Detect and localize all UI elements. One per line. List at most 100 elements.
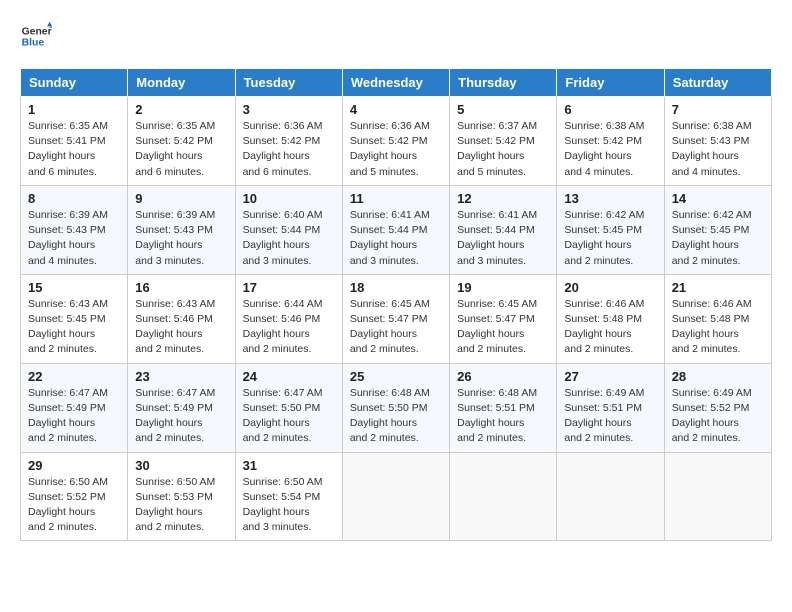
day-info: Sunrise: 6:47 AM Sunset: 5:50 PM Dayligh…	[243, 386, 335, 447]
day-header-saturday: Saturday	[664, 69, 771, 97]
day-number: 22	[28, 369, 120, 384]
svg-text:General: General	[22, 26, 52, 37]
calendar-cell: 16 Sunrise: 6:43 AM Sunset: 5:46 PM Dayl…	[128, 274, 235, 363]
day-info: Sunrise: 6:47 AM Sunset: 5:49 PM Dayligh…	[135, 386, 227, 447]
day-info: Sunrise: 6:37 AM Sunset: 5:42 PM Dayligh…	[457, 119, 549, 180]
day-info: Sunrise: 6:50 AM Sunset: 5:54 PM Dayligh…	[243, 475, 335, 536]
calendar-cell: 6 Sunrise: 6:38 AM Sunset: 5:42 PM Dayli…	[557, 97, 664, 186]
day-info: Sunrise: 6:39 AM Sunset: 5:43 PM Dayligh…	[28, 208, 120, 269]
calendar-cell	[450, 452, 557, 541]
calendar-table: SundayMondayTuesdayWednesdayThursdayFrid…	[20, 68, 772, 541]
day-info: Sunrise: 6:48 AM Sunset: 5:50 PM Dayligh…	[350, 386, 442, 447]
calendar-cell: 10 Sunrise: 6:40 AM Sunset: 5:44 PM Dayl…	[235, 185, 342, 274]
calendar-cell: 7 Sunrise: 6:38 AM Sunset: 5:43 PM Dayli…	[664, 97, 771, 186]
calendar-cell: 14 Sunrise: 6:42 AM Sunset: 5:45 PM Dayl…	[664, 185, 771, 274]
day-info: Sunrise: 6:46 AM Sunset: 5:48 PM Dayligh…	[672, 297, 764, 358]
day-number: 18	[350, 280, 442, 295]
day-header-friday: Friday	[557, 69, 664, 97]
calendar-cell: 19 Sunrise: 6:45 AM Sunset: 5:47 PM Dayl…	[450, 274, 557, 363]
day-number: 8	[28, 191, 120, 206]
calendar-cell: 30 Sunrise: 6:50 AM Sunset: 5:53 PM Dayl…	[128, 452, 235, 541]
calendar-cell: 2 Sunrise: 6:35 AM Sunset: 5:42 PM Dayli…	[128, 97, 235, 186]
calendar-body: 1 Sunrise: 6:35 AM Sunset: 5:41 PM Dayli…	[21, 97, 772, 541]
day-number: 19	[457, 280, 549, 295]
calendar-cell: 4 Sunrise: 6:36 AM Sunset: 5:42 PM Dayli…	[342, 97, 449, 186]
day-number: 29	[28, 458, 120, 473]
calendar-cell: 5 Sunrise: 6:37 AM Sunset: 5:42 PM Dayli…	[450, 97, 557, 186]
day-info: Sunrise: 6:36 AM Sunset: 5:42 PM Dayligh…	[243, 119, 335, 180]
day-header-tuesday: Tuesday	[235, 69, 342, 97]
day-number: 31	[243, 458, 335, 473]
day-number: 5	[457, 102, 549, 117]
calendar-cell: 22 Sunrise: 6:47 AM Sunset: 5:49 PM Dayl…	[21, 363, 128, 452]
calendar-cell: 1 Sunrise: 6:35 AM Sunset: 5:41 PM Dayli…	[21, 97, 128, 186]
day-number: 9	[135, 191, 227, 206]
calendar-header-row: SundayMondayTuesdayWednesdayThursdayFrid…	[21, 69, 772, 97]
day-number: 24	[243, 369, 335, 384]
calendar-cell: 11 Sunrise: 6:41 AM Sunset: 5:44 PM Dayl…	[342, 185, 449, 274]
day-info: Sunrise: 6:36 AM Sunset: 5:42 PM Dayligh…	[350, 119, 442, 180]
day-info: Sunrise: 6:46 AM Sunset: 5:48 PM Dayligh…	[564, 297, 656, 358]
day-info: Sunrise: 6:50 AM Sunset: 5:53 PM Dayligh…	[135, 475, 227, 536]
day-info: Sunrise: 6:49 AM Sunset: 5:52 PM Dayligh…	[672, 386, 764, 447]
calendar-cell: 18 Sunrise: 6:45 AM Sunset: 5:47 PM Dayl…	[342, 274, 449, 363]
day-number: 4	[350, 102, 442, 117]
day-header-monday: Monday	[128, 69, 235, 97]
week-row: 1 Sunrise: 6:35 AM Sunset: 5:41 PM Dayli…	[21, 97, 772, 186]
svg-text:Blue: Blue	[22, 38, 45, 49]
day-info: Sunrise: 6:47 AM Sunset: 5:49 PM Dayligh…	[28, 386, 120, 447]
calendar-cell	[557, 452, 664, 541]
day-number: 16	[135, 280, 227, 295]
calendar-cell: 24 Sunrise: 6:47 AM Sunset: 5:50 PM Dayl…	[235, 363, 342, 452]
logo: General Blue	[20, 20, 52, 52]
day-info: Sunrise: 6:42 AM Sunset: 5:45 PM Dayligh…	[672, 208, 764, 269]
day-number: 28	[672, 369, 764, 384]
calendar-cell: 15 Sunrise: 6:43 AM Sunset: 5:45 PM Dayl…	[21, 274, 128, 363]
week-row: 8 Sunrise: 6:39 AM Sunset: 5:43 PM Dayli…	[21, 185, 772, 274]
calendar-cell: 23 Sunrise: 6:47 AM Sunset: 5:49 PM Dayl…	[128, 363, 235, 452]
day-info: Sunrise: 6:48 AM Sunset: 5:51 PM Dayligh…	[457, 386, 549, 447]
day-info: Sunrise: 6:43 AM Sunset: 5:46 PM Dayligh…	[135, 297, 227, 358]
day-info: Sunrise: 6:40 AM Sunset: 5:44 PM Dayligh…	[243, 208, 335, 269]
day-number: 13	[564, 191, 656, 206]
calendar-cell: 13 Sunrise: 6:42 AM Sunset: 5:45 PM Dayl…	[557, 185, 664, 274]
calendar-cell: 21 Sunrise: 6:46 AM Sunset: 5:48 PM Dayl…	[664, 274, 771, 363]
day-number: 10	[243, 191, 335, 206]
calendar-cell: 28 Sunrise: 6:49 AM Sunset: 5:52 PM Dayl…	[664, 363, 771, 452]
day-info: Sunrise: 6:38 AM Sunset: 5:43 PM Dayligh…	[672, 119, 764, 180]
calendar-cell: 29 Sunrise: 6:50 AM Sunset: 5:52 PM Dayl…	[21, 452, 128, 541]
day-info: Sunrise: 6:49 AM Sunset: 5:51 PM Dayligh…	[564, 386, 656, 447]
week-row: 22 Sunrise: 6:47 AM Sunset: 5:49 PM Dayl…	[21, 363, 772, 452]
day-number: 3	[243, 102, 335, 117]
logo-icon: General Blue	[20, 20, 52, 52]
day-info: Sunrise: 6:50 AM Sunset: 5:52 PM Dayligh…	[28, 475, 120, 536]
day-number: 2	[135, 102, 227, 117]
day-header-thursday: Thursday	[450, 69, 557, 97]
calendar-cell: 31 Sunrise: 6:50 AM Sunset: 5:54 PM Dayl…	[235, 452, 342, 541]
day-info: Sunrise: 6:39 AM Sunset: 5:43 PM Dayligh…	[135, 208, 227, 269]
day-info: Sunrise: 6:38 AM Sunset: 5:42 PM Dayligh…	[564, 119, 656, 180]
calendar-cell: 9 Sunrise: 6:39 AM Sunset: 5:43 PM Dayli…	[128, 185, 235, 274]
page-header: General Blue	[20, 20, 772, 52]
day-info: Sunrise: 6:35 AM Sunset: 5:42 PM Dayligh…	[135, 119, 227, 180]
day-number: 6	[564, 102, 656, 117]
day-info: Sunrise: 6:41 AM Sunset: 5:44 PM Dayligh…	[457, 208, 549, 269]
day-number: 25	[350, 369, 442, 384]
day-number: 21	[672, 280, 764, 295]
day-number: 20	[564, 280, 656, 295]
day-info: Sunrise: 6:42 AM Sunset: 5:45 PM Dayligh…	[564, 208, 656, 269]
week-row: 15 Sunrise: 6:43 AM Sunset: 5:45 PM Dayl…	[21, 274, 772, 363]
day-number: 11	[350, 191, 442, 206]
day-number: 27	[564, 369, 656, 384]
calendar-cell: 3 Sunrise: 6:36 AM Sunset: 5:42 PM Dayli…	[235, 97, 342, 186]
day-number: 30	[135, 458, 227, 473]
day-header-sunday: Sunday	[21, 69, 128, 97]
day-info: Sunrise: 6:41 AM Sunset: 5:44 PM Dayligh…	[350, 208, 442, 269]
calendar-cell: 27 Sunrise: 6:49 AM Sunset: 5:51 PM Dayl…	[557, 363, 664, 452]
day-info: Sunrise: 6:35 AM Sunset: 5:41 PM Dayligh…	[28, 119, 120, 180]
calendar-cell: 26 Sunrise: 6:48 AM Sunset: 5:51 PM Dayl…	[450, 363, 557, 452]
week-row: 29 Sunrise: 6:50 AM Sunset: 5:52 PM Dayl…	[21, 452, 772, 541]
day-number: 23	[135, 369, 227, 384]
calendar-cell: 12 Sunrise: 6:41 AM Sunset: 5:44 PM Dayl…	[450, 185, 557, 274]
calendar-cell: 8 Sunrise: 6:39 AM Sunset: 5:43 PM Dayli…	[21, 185, 128, 274]
